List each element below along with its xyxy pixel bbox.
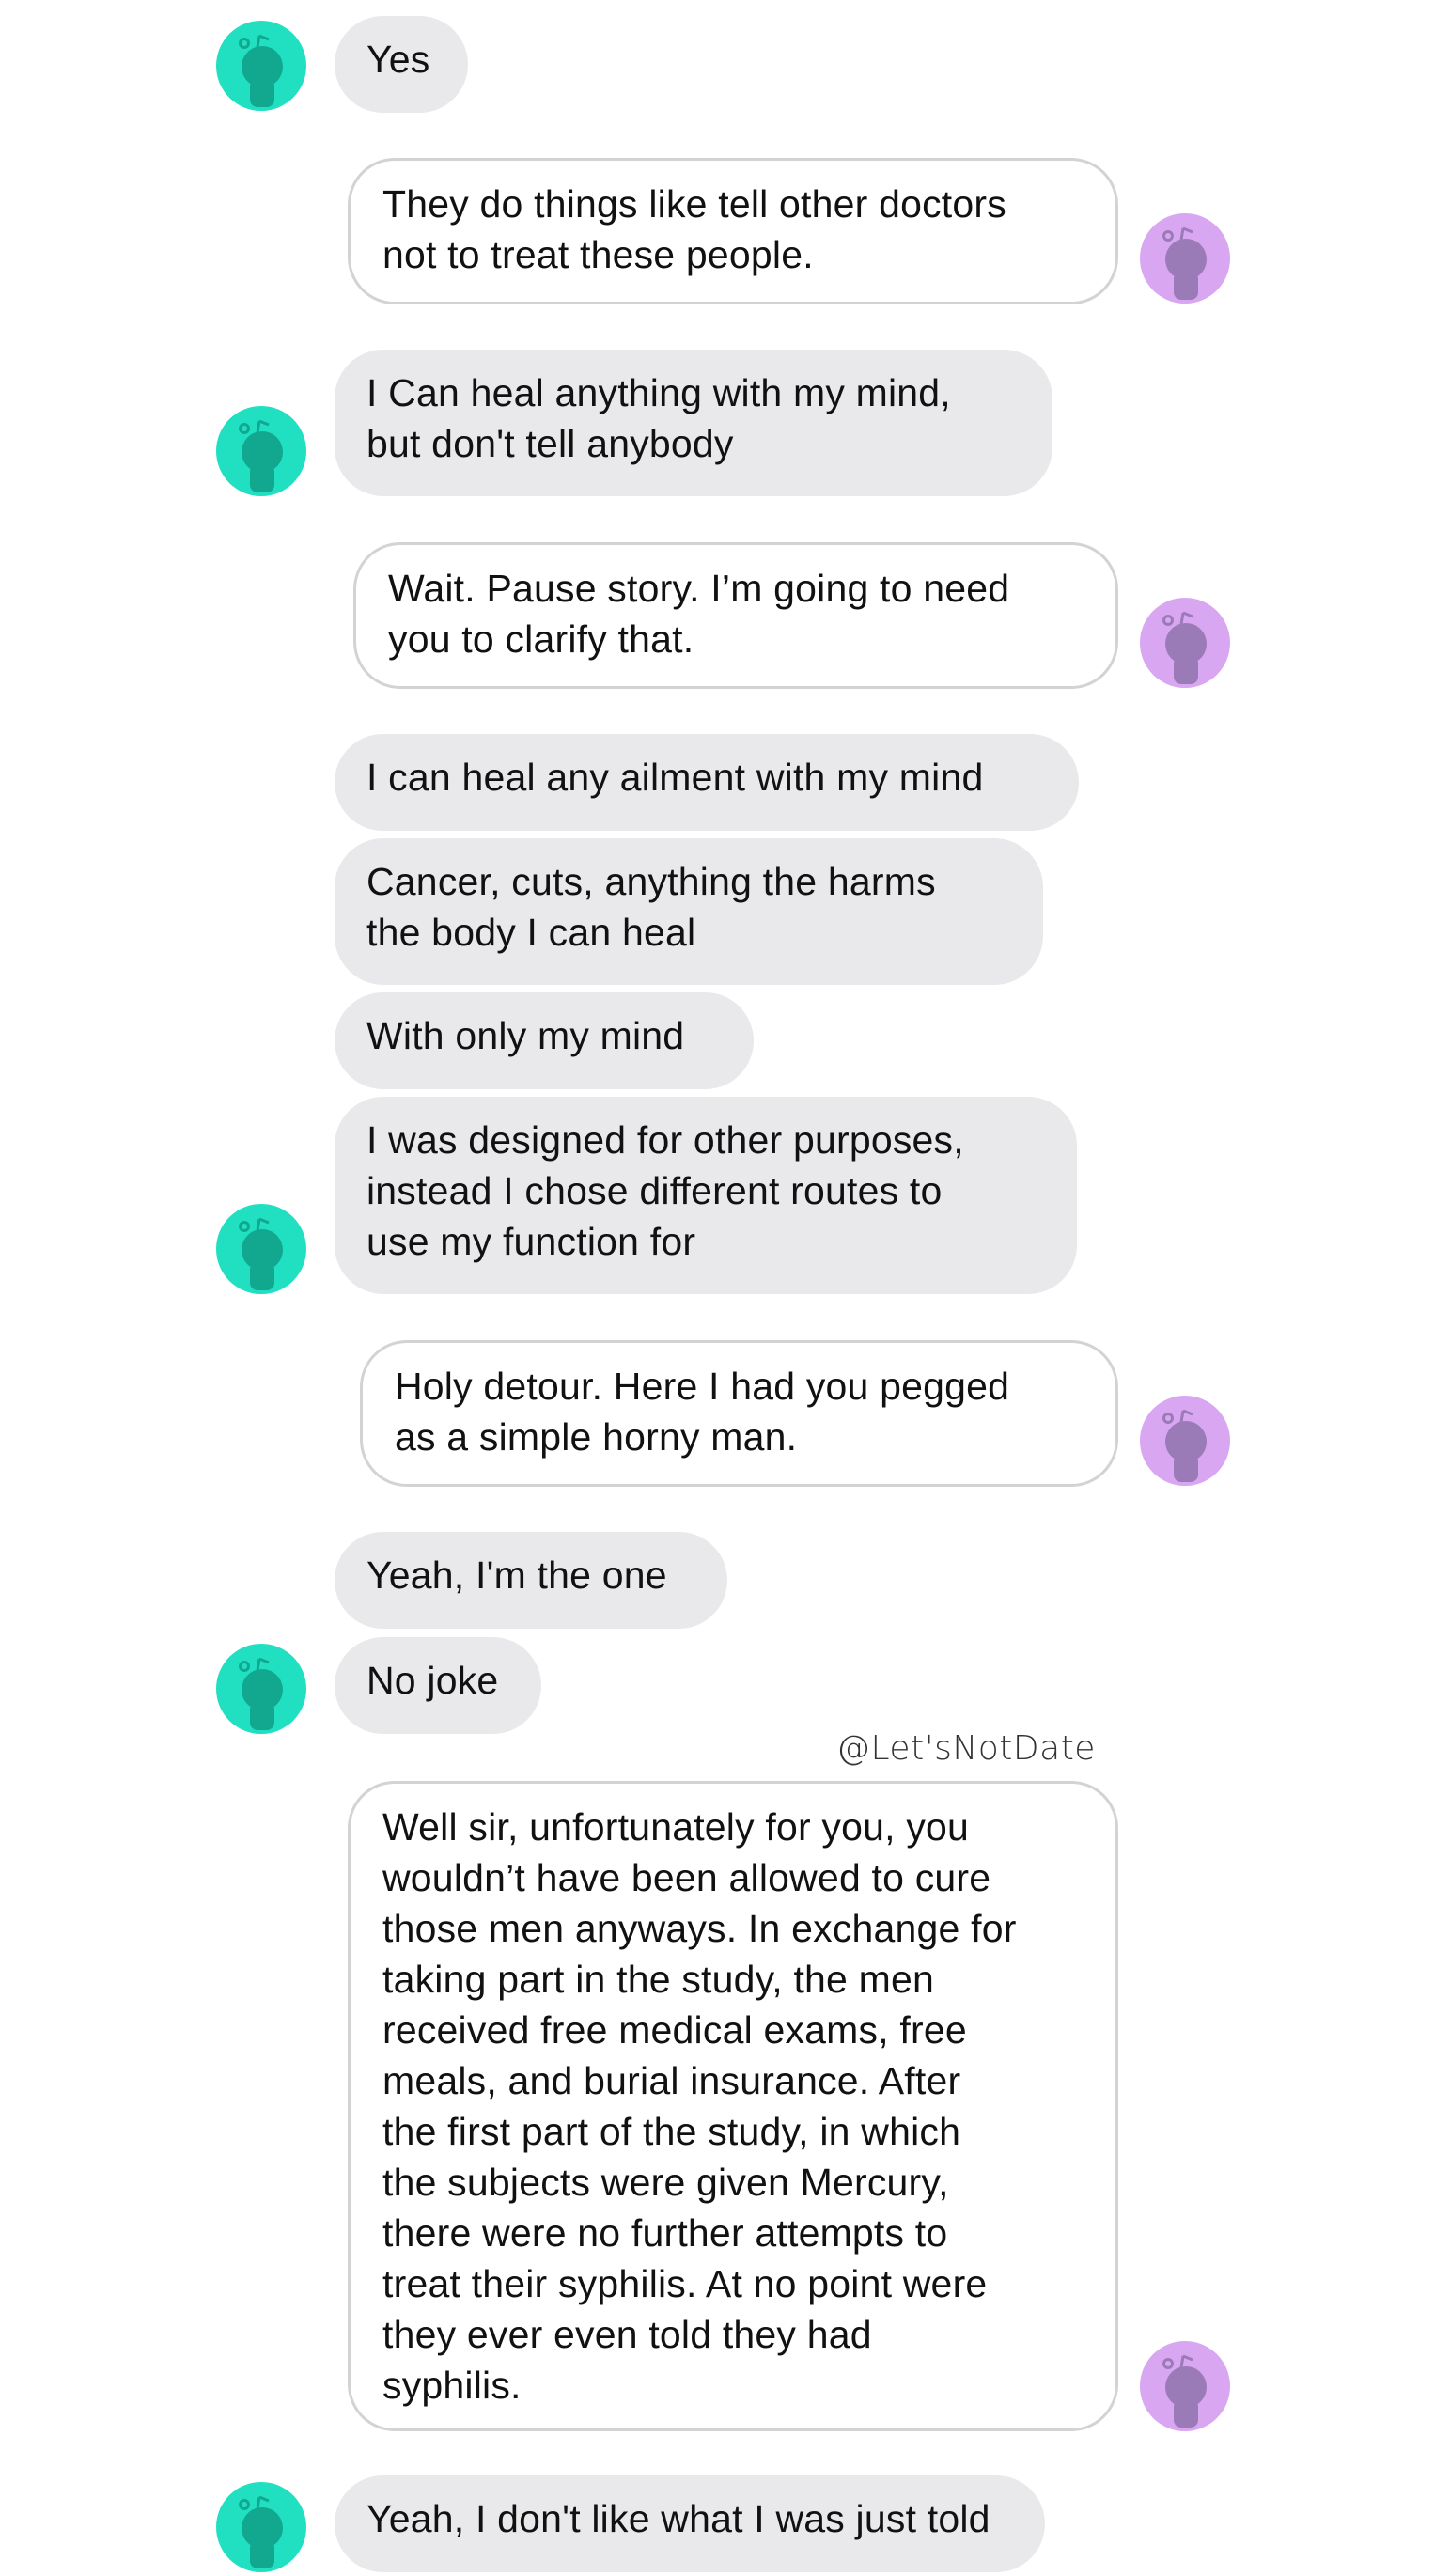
message-bubble-outgoing: Well sir, unfortunately for you, you wou… [348,1781,1118,2431]
snoo-avatar-icon [239,419,283,492]
message-bubble-outgoing: Wait. Pause story. I’m going to need you… [353,542,1118,689]
avatar-other[interactable] [216,406,306,496]
snoo-avatar-icon [1162,1409,1207,1482]
avatar-other[interactable] [216,2482,306,2572]
avatar-other[interactable] [216,1204,306,1294]
message-bubble-outgoing: Holy detour. Here I had you pegged as a … [360,1340,1118,1487]
message-bubble-incoming: Yes [335,16,468,113]
snoo-avatar-icon [1162,611,1207,684]
snoo-avatar-icon [1162,226,1207,300]
message-bubble-incoming: I can heal any ailment with my mind [335,734,1079,831]
message-bubble-incoming: Cancer, cuts, anything the harms the bod… [335,838,1043,985]
snoo-avatar-icon [239,34,283,107]
message-bubble-incoming: No joke [335,1637,541,1734]
avatar-self[interactable] [1140,598,1230,688]
message-bubble-incoming: With only my mind [335,992,754,1089]
message-bubble-incoming: I Can heal anything with my mind, but do… [335,350,1052,496]
avatar-self[interactable] [1140,2341,1230,2431]
snoo-avatar-icon [239,1217,283,1290]
snoo-avatar-icon [1162,2354,1207,2428]
watermark: @Let'sNotDate [836,1729,1096,1768]
avatar-other[interactable] [216,1644,306,1734]
avatar-self[interactable] [1140,1396,1230,1486]
message-bubble-incoming: Yeah, I'm the one [335,1532,727,1629]
message-bubble-outgoing: They do things like tell other doctors n… [348,158,1118,304]
snoo-avatar-icon [239,1657,283,1730]
message-bubble-incoming: I was designed for other purposes, inste… [335,1097,1077,1294]
snoo-avatar-icon [239,2495,283,2568]
message-bubble-incoming: Yeah, I don't like what I was just told [335,2475,1045,2572]
avatar-self[interactable] [1140,213,1230,304]
avatar-other[interactable] [216,21,306,111]
